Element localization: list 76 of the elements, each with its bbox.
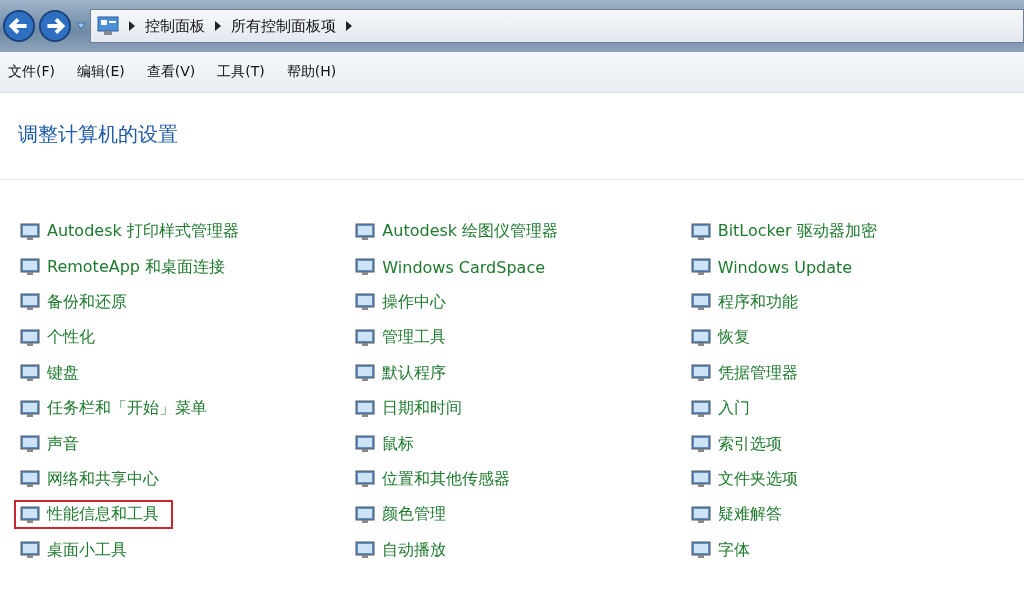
control-panel-link[interactable]: 网络和共享中心 — [14, 464, 165, 494]
breadcrumb-item[interactable]: 所有控制面板项 — [231, 16, 336, 36]
control-panel-link[interactable]: 日期和时间 — [349, 394, 469, 424]
applet-icon — [20, 504, 40, 525]
applet-icon — [20, 434, 40, 455]
control-panel-link[interactable]: 任务栏和「开始」菜单 — [14, 394, 213, 424]
applet-icon — [355, 327, 376, 348]
applet-icon — [20, 257, 40, 278]
control-panel-link[interactable]: 文件夹选项 — [684, 464, 804, 494]
applet-icon — [690, 540, 711, 561]
dropdown-caret-icon[interactable] — [76, 22, 86, 30]
chevron-icon — [129, 21, 135, 31]
applet-icon — [690, 469, 711, 490]
forward-button[interactable] — [38, 9, 72, 43]
control-panel-link[interactable]: 操作中心 — [349, 287, 453, 317]
applet-icon — [690, 221, 711, 242]
applet-icon — [690, 363, 711, 384]
control-panel-link[interactable]: 疑难解答 — [684, 500, 788, 530]
menu-item[interactable]: 查看(V) — [146, 63, 196, 81]
applet-icon — [690, 434, 711, 455]
page-heading: 调整计算机的设置 — [0, 93, 1024, 180]
control-panel-link[interactable]: RemoteApp 和桌面连接 — [14, 252, 232, 282]
control-panel-link[interactable]: 凭据管理器 — [684, 358, 804, 388]
control-panel-link[interactable]: 个性化 — [14, 323, 101, 353]
menu-item[interactable]: 帮助(H) — [286, 63, 337, 81]
control-panel-link[interactable]: 字体 — [684, 535, 756, 565]
applet-icon — [355, 434, 376, 455]
control-panel-link[interactable]: 管理工具 — [349, 323, 453, 353]
control-panel-link[interactable]: 位置和其他传感器 — [349, 464, 517, 494]
applet-icon — [20, 221, 40, 242]
applet-icon — [355, 221, 376, 242]
applet-icon — [355, 540, 376, 561]
applet-icon — [690, 257, 711, 278]
control-panel-link[interactable]: 恢复 — [684, 323, 756, 353]
control-panel-link[interactable]: BitLocker 驱动器加密 — [684, 217, 883, 247]
control-panel-link[interactable]: Windows CardSpace — [349, 253, 552, 282]
applet-icon — [355, 398, 376, 419]
control-panel-link[interactable]: Autodesk 打印样式管理器 — [14, 217, 245, 247]
control-panel-link[interactable]: 程序和功能 — [684, 287, 804, 317]
back-button[interactable] — [2, 9, 36, 43]
applet-icon — [20, 327, 40, 348]
breadcrumb-item[interactable]: 控制面板 — [145, 16, 205, 36]
control-panel-link[interactable]: Autodesk 绘图仪管理器 — [349, 217, 565, 247]
applet-icon — [355, 363, 376, 384]
chevron-icon[interactable] — [346, 21, 352, 31]
control-panel-link[interactable]: Windows Update — [684, 253, 859, 282]
control-panel-link[interactable]: 备份和还原 — [14, 287, 133, 317]
control-panel-link[interactable]: 颜色管理 — [349, 500, 453, 530]
control-panel-link[interactable]: 入门 — [684, 394, 756, 424]
menu-item[interactable]: 编辑(E) — [77, 63, 125, 81]
control-panel-link[interactable]: 桌面小工具 — [14, 535, 133, 565]
address-bar[interactable]: 控制面板 所有控制面板项 — [90, 9, 1024, 43]
control-panel-link[interactable]: 声音 — [14, 429, 85, 459]
control-panel-link[interactable]: 鼠标 — [349, 429, 421, 459]
control-panel-link[interactable]: 索引选项 — [684, 429, 788, 459]
applet-icon — [355, 504, 376, 525]
applet-icon — [20, 363, 40, 384]
applet-icon — [20, 469, 40, 490]
menu-item[interactable]: 工具(T) — [217, 63, 265, 81]
control-panel-link[interactable]: 键盘 — [14, 358, 85, 388]
applet-icon — [20, 398, 40, 419]
applet-icon — [690, 327, 711, 348]
applet-icon — [355, 292, 376, 313]
applet-icon — [690, 504, 711, 525]
applet-icon — [20, 540, 40, 561]
applet-icon — [690, 398, 711, 419]
control-panel-link[interactable]: 默认程序 — [349, 358, 453, 388]
control-panel-link[interactable]: 性能信息和工具 — [14, 500, 173, 530]
control-panel-icon — [97, 16, 119, 36]
applet-icon — [355, 469, 376, 490]
applet-icon — [20, 292, 40, 313]
chevron-icon — [215, 21, 221, 31]
menu-item[interactable]: 文件(F) — [8, 63, 55, 81]
control-panel-link[interactable]: 自动播放 — [349, 535, 453, 565]
applet-icon — [690, 292, 711, 313]
applet-icon — [355, 257, 376, 278]
